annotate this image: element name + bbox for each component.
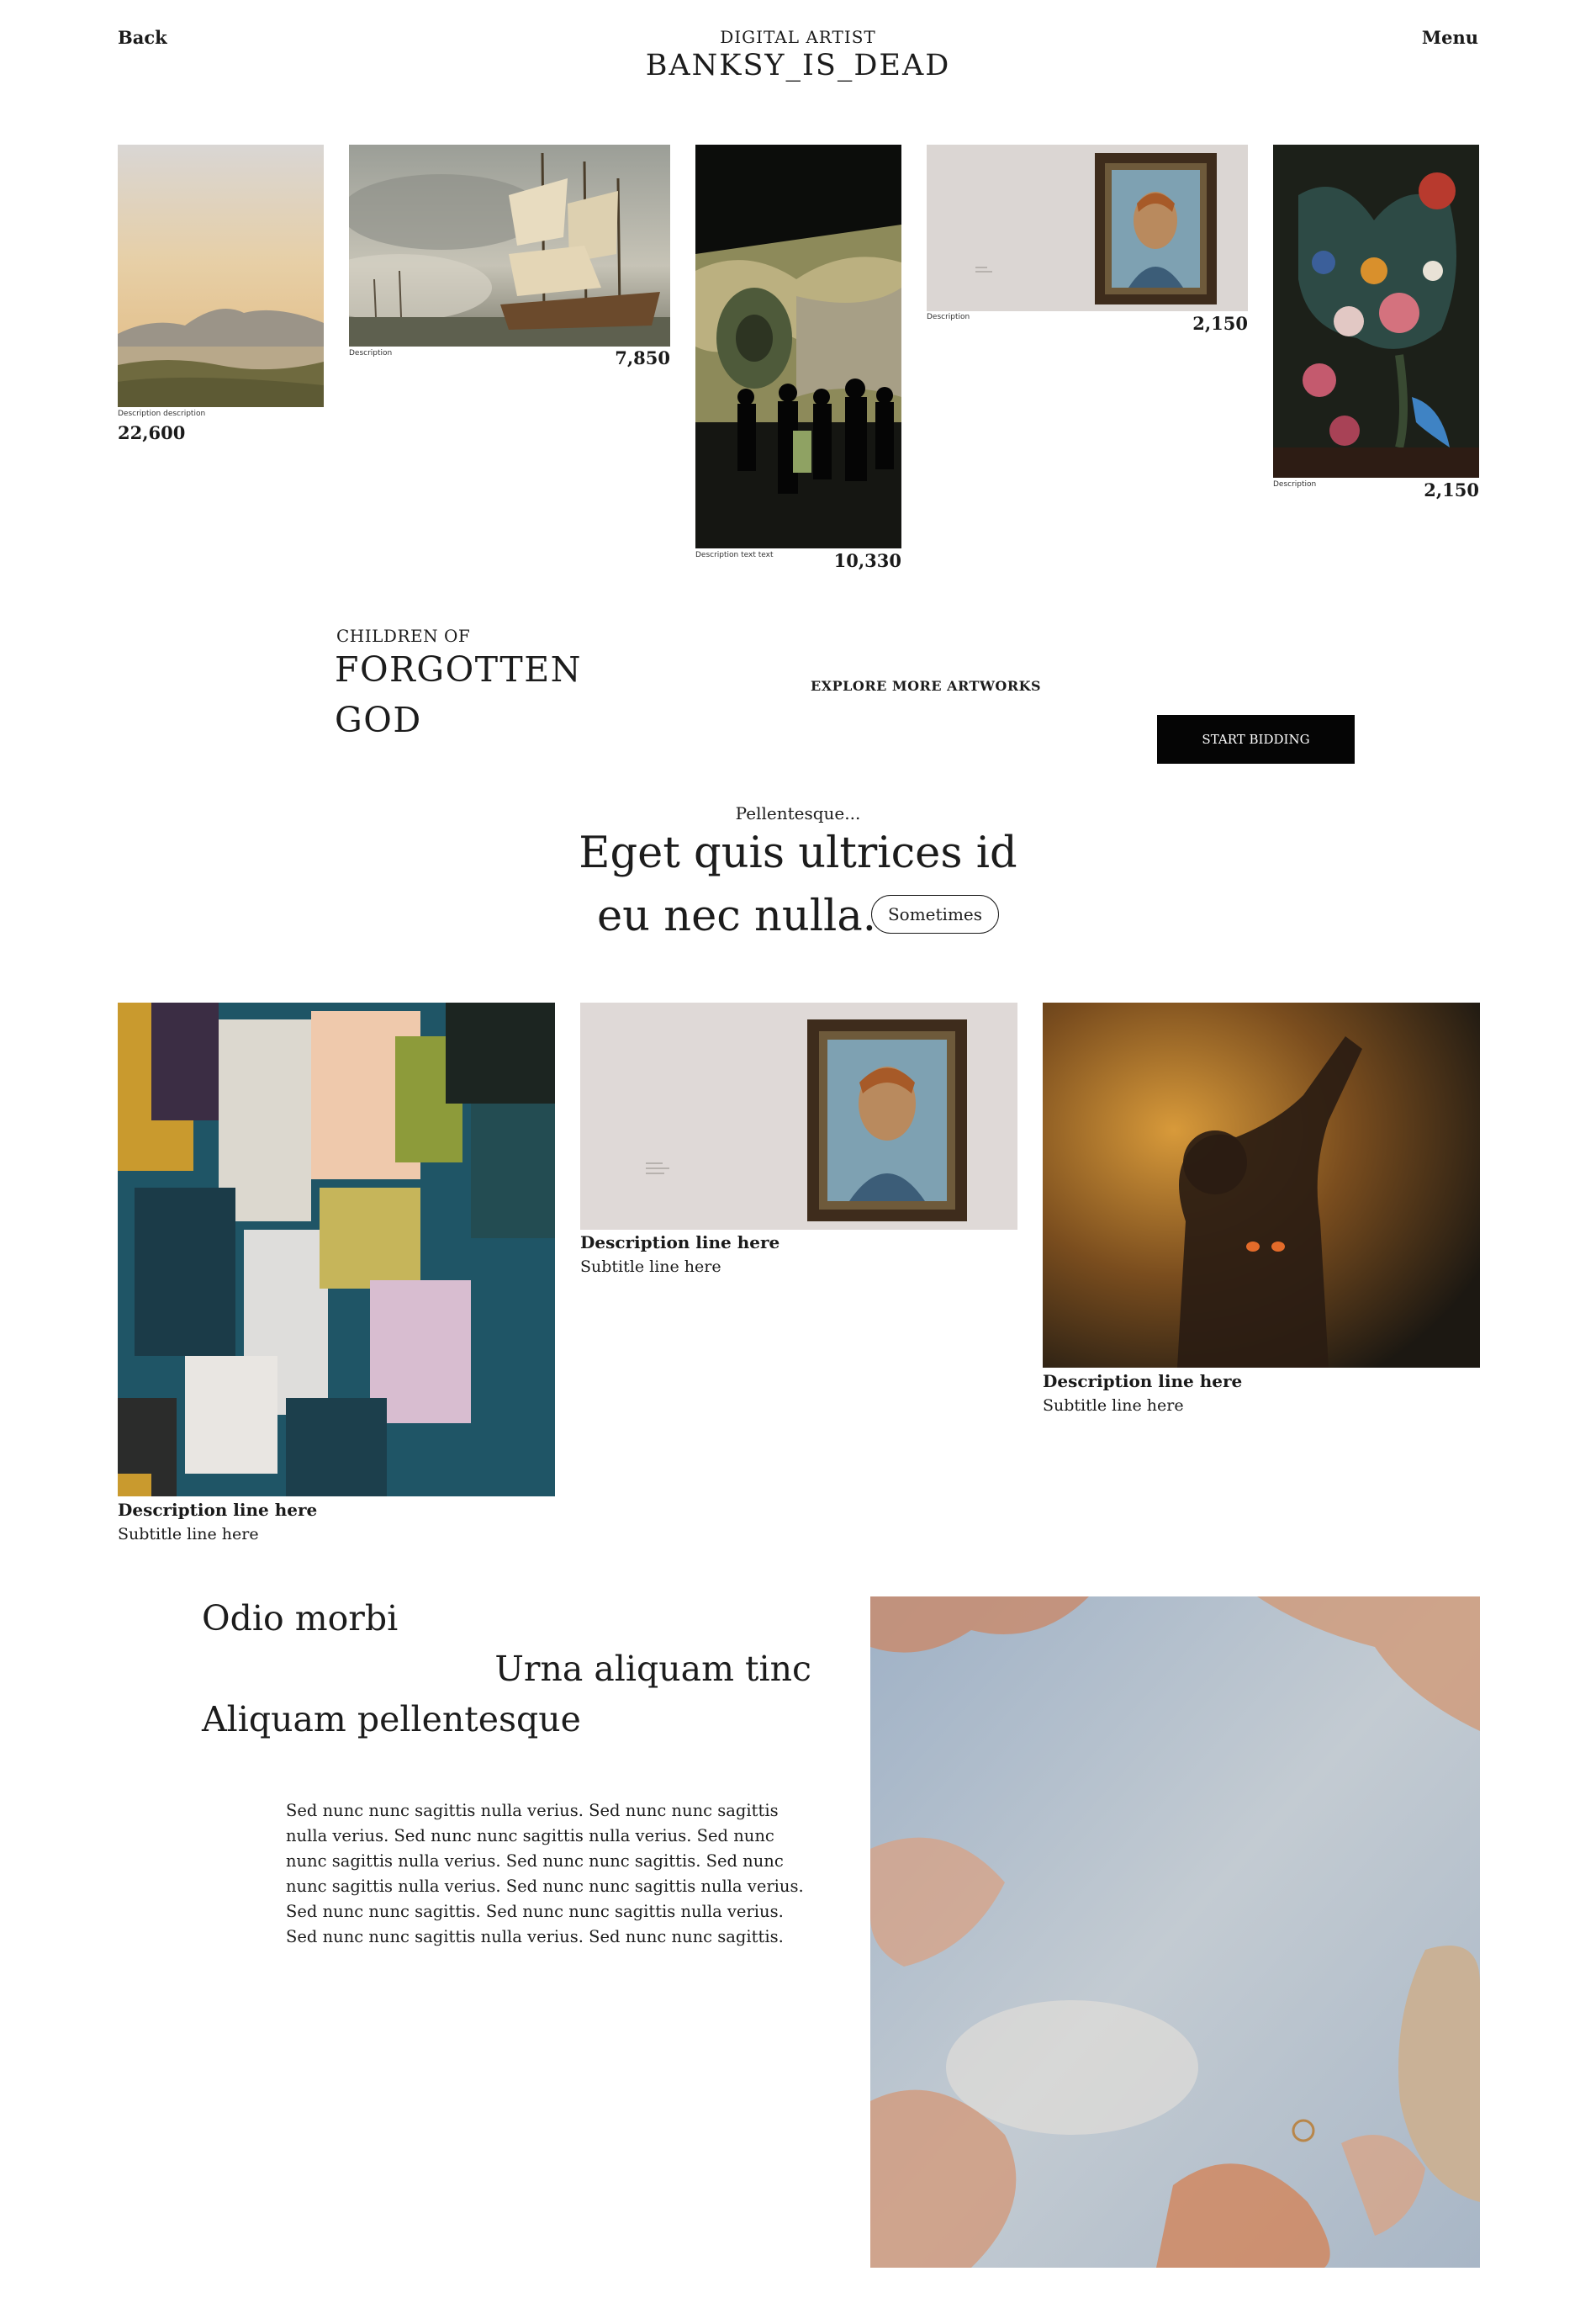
artwork-exhibit-image[interactable] (695, 145, 901, 548)
story-paragraph: Sed nunc nunc sagittis nulla verius. Sed… (286, 1801, 804, 1946)
story-line1: Odio morbi (202, 1598, 399, 1639)
headline-kicker: Pellentesque... (735, 803, 861, 823)
artwork-portrait-wall-image[interactable] (927, 145, 1248, 311)
card-1-title: Description line here (118, 1500, 318, 1520)
headline-line2: eu nec nulla. (597, 892, 876, 941)
artwork-landscape-image[interactable] (118, 145, 324, 407)
menu-link[interactable]: Menu (1422, 27, 1478, 48)
artwork-3-price: 10,330 (833, 550, 901, 571)
artwork-1-description: Description description (118, 410, 206, 418)
start-bidding-button[interactable]: START BIDDING (1157, 715, 1355, 764)
card-abstract-image[interactable] (118, 1003, 555, 1496)
artwork-2-price: 7,850 (615, 347, 670, 368)
card-3-title: Description line here (1043, 1371, 1243, 1391)
sometimes-pill[interactable]: Sometimes (871, 895, 999, 934)
feature-title-line2: GOD (335, 700, 422, 740)
artist-kicker: DIGITAL ARTIST (720, 27, 876, 47)
card-2-subtitle: Subtitle line here (580, 1257, 721, 1276)
card-2-title: Description line here (580, 1232, 780, 1252)
artwork-4-price: 2,150 (1192, 313, 1248, 334)
story-line3: Aliquam pellentesque (202, 1699, 581, 1739)
card-portrait-wall-image[interactable] (580, 1003, 1017, 1230)
headline-line1: Eget quis ultrices id (579, 829, 1017, 878)
artwork-flowers-image[interactable] (1273, 145, 1479, 478)
artist-name: BANKSY_IS_DEAD (645, 49, 951, 82)
artwork-ship-image[interactable] (349, 145, 670, 347)
explore-more-link[interactable]: EXPLORE MORE ARTWORKS (811, 678, 1041, 694)
card-1-subtitle: Subtitle line here (118, 1525, 259, 1543)
card-silhouette-image[interactable] (1043, 1003, 1480, 1368)
artwork-5-price: 2,150 (1424, 479, 1479, 500)
feature-kicker: CHILDREN OF (336, 626, 471, 646)
story-line2: Urna aliquam tinc (494, 1649, 811, 1689)
ceiling-fresco-image[interactable] (870, 1596, 1480, 2268)
artwork-1-price: 22,600 (118, 422, 186, 443)
card-3-subtitle: Subtitle line here (1043, 1396, 1184, 1415)
feature-title-line1: FORGOTTEN (335, 649, 583, 690)
